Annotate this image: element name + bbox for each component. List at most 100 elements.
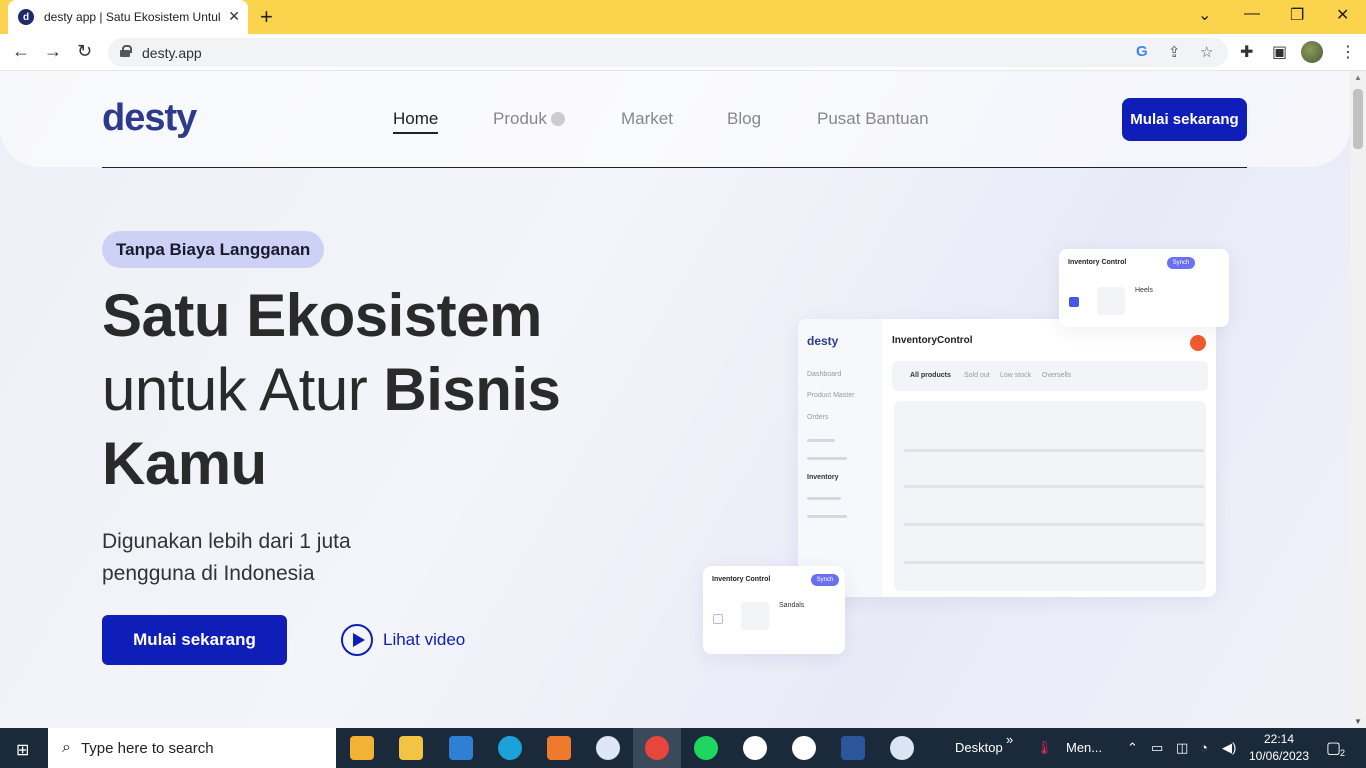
mockup-tabs: All products Sold out Low stock Oversell…: [892, 361, 1208, 391]
favicon-icon: d: [18, 9, 34, 25]
forward-icon[interactable]: →: [44, 41, 62, 62]
chevron-down-icon: [550, 111, 565, 126]
scrollbar[interactable]: ▲ ▼: [1350, 71, 1366, 728]
nav-blog[interactable]: Blog: [727, 109, 761, 129]
profile-avatar[interactable]: [1301, 41, 1323, 63]
play-icon[interactable]: [341, 624, 373, 656]
scroll-down-icon[interactable]: ▼: [1354, 717, 1362, 726]
tab-search-icon[interactable]: ⌄: [1198, 5, 1211, 25]
hero-title-bold: Satu Ekosistem: [102, 282, 542, 349]
watch-video-link[interactable]: Lihat video: [383, 630, 465, 650]
share-icon[interactable]: ⇪: [1168, 43, 1181, 61]
nav-produk[interactable]: Produk: [493, 109, 565, 129]
hero-cta-button[interactable]: Mulai sekarang: [102, 615, 287, 665]
vpn-icon[interactable]: [596, 736, 620, 760]
extensions-icon[interactable]: ✚: [1240, 42, 1253, 62]
mockup-tab: Sold out: [964, 372, 990, 379]
nav-home[interactable]: Home: [393, 109, 439, 134]
hero-subtitle-line1: Digunakan lebih dari 1 juta: [102, 530, 351, 553]
meet-icon[interactable]: ◫: [1176, 740, 1188, 756]
mockup-placeholder: [807, 457, 847, 460]
page-viewport: desty Home Produk Market Blog Pusat Bant…: [0, 71, 1350, 728]
mail-icon[interactable]: [449, 736, 473, 760]
back-icon[interactable]: ←: [12, 41, 30, 62]
scroll-up-icon[interactable]: ▲: [1354, 73, 1362, 82]
nav-pusat-bantuan[interactable]: Pusat Bantuan: [817, 109, 929, 129]
mockup-sidebar: desty Dashboard Product Master Orders In…: [798, 319, 882, 597]
mockup-title: InventoryControl: [892, 335, 973, 346]
side-panel-icon[interactable]: ▣: [1272, 42, 1287, 62]
tab-title: desty app | Satu Ekosistem Untuk: [44, 10, 220, 24]
card-item-name: Sandals: [779, 602, 805, 609]
clock-time: 22:14: [1263, 732, 1295, 746]
browser-toolbar: ← → ↻ desty.app G ⇪ ☆ ✚ ▣ ⋮: [0, 34, 1366, 71]
store-icon[interactable]: [350, 736, 374, 760]
explorer-icon[interactable]: [399, 736, 423, 760]
wifi-icon[interactable]: ◔: [1200, 740, 1208, 755]
app-icon[interactable]: [547, 736, 571, 760]
desktop-expand-icon[interactable]: »: [1006, 732, 1013, 747]
clock-date: 10/06/2023: [1248, 749, 1310, 763]
notification-icon[interactable]: ▢: [1326, 738, 1341, 758]
menu-icon[interactable]: ⋮: [1340, 42, 1356, 62]
paint-icon[interactable]: [890, 736, 914, 760]
mockup-table: [894, 401, 1206, 591]
restore-icon[interactable]: ❐: [1290, 5, 1304, 25]
header-cta-button[interactable]: Mulai sekarang: [1122, 98, 1247, 141]
inventory-mockup: desty Dashboard Product Master Orders In…: [798, 319, 1216, 597]
header-divider: [102, 167, 1247, 168]
card-item-name: Heels: [1135, 287, 1153, 294]
spotify-icon[interactable]: [694, 736, 718, 760]
lock-icon[interactable]: [120, 45, 132, 57]
hero-badge: Tanpa Biaya Langganan: [102, 231, 325, 268]
hero-title-light: untuk Atur: [102, 356, 368, 423]
scrollbar-thumb[interactable]: [1353, 89, 1363, 149]
heels-thumbnail: [1097, 287, 1125, 315]
tray-chevron-icon[interactable]: ⌃: [1127, 740, 1138, 756]
reload-icon[interactable]: ↻: [77, 41, 92, 62]
obs-icon[interactable]: [743, 736, 767, 760]
hero-title-line3: Kamu: [102, 427, 267, 501]
mockup-side-item: Orders: [807, 414, 829, 421]
whatsapp-icon[interactable]: [792, 736, 816, 760]
chrome-icon[interactable]: [645, 736, 669, 760]
mockup-logo: desty: [807, 334, 839, 348]
new-tab-icon[interactable]: +: [260, 4, 273, 30]
desktop-toolbar-label[interactable]: Desktop: [955, 740, 1003, 755]
mockup-row-line: [904, 561, 1204, 564]
mockup-tab: Oversells: [1042, 372, 1072, 379]
bookmark-star-icon[interactable]: ☆: [1200, 43, 1213, 61]
hero-title-bold2: Bisnis: [383, 356, 561, 423]
taskbar-clock[interactable]: 22:14 10/06/2023: [1248, 731, 1310, 765]
start-icon[interactable]: ⊞: [16, 740, 29, 760]
url-text[interactable]: desty.app: [142, 45, 202, 61]
minimize-icon[interactable]: —: [1244, 5, 1260, 23]
checkbox-icon: [1069, 297, 1079, 307]
mockup-tab: Low stock: [1000, 372, 1032, 379]
address-bar[interactable]: desty.app G ⇪ ☆: [108, 38, 1228, 67]
weather-icon[interactable]: 🌡: [1036, 740, 1053, 756]
mockup-row-line: [904, 485, 1204, 488]
weather-label[interactable]: Men...: [1066, 740, 1102, 755]
word-icon[interactable]: [841, 736, 865, 760]
battery-icon[interactable]: ▭: [1151, 740, 1163, 756]
taskbar-search[interactable]: ⌕ Type here to search: [48, 728, 336, 768]
site-logo[interactable]: desty: [102, 97, 197, 140]
mockup-side-item: Dashboard: [807, 371, 842, 378]
mockup-side-item: Product Master: [807, 392, 855, 399]
mockup-row-line: [904, 449, 1204, 452]
mockup-placeholder: [807, 497, 841, 500]
mockup-row-line: [904, 523, 1204, 526]
hero-title-line2: untuk Atur Bisnis: [102, 353, 561, 427]
hero-subtitle-line2: pengguna di Indonesia: [102, 562, 315, 585]
card-title: Inventory Control: [1068, 259, 1127, 266]
edge-icon[interactable]: [498, 736, 522, 760]
close-tab-icon[interactable]: ✕: [228, 8, 240, 25]
taskbar: ⊞ ⌕ Type here to search Desktop » 🌡 Men.…: [0, 728, 1366, 768]
browser-tab[interactable]: d desty app | Satu Ekosistem Untuk ✕: [8, 0, 248, 34]
volume-icon[interactable]: ◀): [1222, 740, 1236, 756]
nav-produk-label: Produk: [493, 109, 547, 128]
nav-market[interactable]: Market: [621, 109, 673, 129]
window-close-icon[interactable]: ✕: [1336, 5, 1349, 25]
google-icon[interactable]: G: [1136, 43, 1148, 60]
